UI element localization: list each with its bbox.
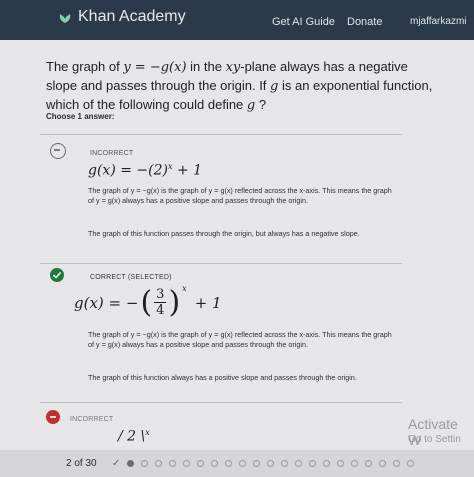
choose-label: Choose 1 answer: xyxy=(46,112,115,121)
divider xyxy=(40,134,402,135)
question-text: The graph of y = −g(x) in the xy-plane a… xyxy=(46,58,436,115)
formula-text: + 1 xyxy=(194,293,222,312)
question-counter: 2 of 30 xyxy=(66,458,97,469)
progress-dot xyxy=(337,460,345,467)
choice-explanation: The graph of this function passes throug… xyxy=(88,229,360,238)
choice-status: INCORRECT xyxy=(70,416,114,423)
progress-dot xyxy=(211,460,219,467)
choice-formula: / 2 \x xyxy=(118,428,150,445)
fraction: 3 4 xyxy=(154,287,167,318)
divider xyxy=(40,402,402,403)
formula-text: g(x) = − xyxy=(74,293,139,312)
question-text-part: ? xyxy=(255,97,267,112)
choice-formula: g(x) = − ( 3 4 ) x + 1 xyxy=(74,284,222,320)
choice-explanation: The graph of this function always has a … xyxy=(88,373,357,382)
question-text-part: The graph of xyxy=(46,59,124,74)
question-text-part: in the xyxy=(186,59,226,74)
progress-dot xyxy=(141,460,149,467)
formula-text: + 1 xyxy=(172,162,203,179)
progress-dot xyxy=(267,460,275,467)
formula-text: / 2 \ xyxy=(118,428,146,445)
progress-dot xyxy=(393,460,401,467)
progress-dot xyxy=(169,460,177,467)
top-navigation-bar: Khan Academy Get AI Guide Donate mjaffar… xyxy=(0,0,474,40)
progress-footer: 2 of 30 ✓ xyxy=(0,450,474,477)
progress-dot xyxy=(197,460,205,467)
progress-dot xyxy=(281,460,289,467)
get-ai-guide-link[interactable]: Get AI Guide xyxy=(272,16,335,28)
choice-explanation: The graph of y = −g(x) is the graph of y… xyxy=(88,330,392,349)
completed-check-icon: ✓ xyxy=(112,458,121,469)
formula-exponent: x xyxy=(145,428,150,437)
incorrect-choice-icon xyxy=(50,143,66,159)
progress-dot xyxy=(323,460,331,467)
progress-dot xyxy=(155,460,163,467)
question-math: g xyxy=(246,98,256,113)
choice-explanation: The graph of y = −g(x) is the graph of y… xyxy=(88,186,392,205)
progress-dot xyxy=(253,460,261,467)
progress-dot xyxy=(379,460,387,467)
choice-formula: g(x) = −(2)x + 1 xyxy=(88,162,202,179)
formula-exponent: x xyxy=(182,284,187,293)
fraction-numerator: 3 xyxy=(154,287,167,303)
question-math: y = −g(x) xyxy=(123,60,187,75)
user-menu[interactable]: mjaffarkazmi xyxy=(410,16,467,27)
progress-dot-current xyxy=(127,460,135,467)
correct-check-icon xyxy=(50,268,64,282)
khan-academy-logo[interactable]: Khan Academy xyxy=(58,8,186,26)
incorrect-minus-icon xyxy=(46,410,60,424)
exercise-content: The graph of y = −g(x) in the xy-plane a… xyxy=(0,40,474,477)
progress-dot xyxy=(239,460,247,467)
question-math: xy xyxy=(225,60,241,75)
formula-text: g(x) = −(2) xyxy=(88,162,168,179)
choice-status: CORRECT (SELECTED) xyxy=(90,274,172,281)
progress-dot xyxy=(309,460,317,467)
progress-dot xyxy=(407,460,415,467)
progress-dot xyxy=(225,460,233,467)
leaf-logo-icon xyxy=(59,14,71,23)
activate-windows-subtext: Go to Settin xyxy=(408,434,461,445)
divider xyxy=(40,263,402,264)
progress-dot xyxy=(365,460,373,467)
progress-dot xyxy=(183,460,191,467)
paren-right-icon: ) xyxy=(168,284,181,320)
brand-name: Khan Academy xyxy=(78,8,186,25)
choice-status: INCORRECT xyxy=(90,150,134,157)
progress-dots: ✓ xyxy=(112,458,415,469)
progress-dot xyxy=(295,460,303,467)
progress-dot xyxy=(351,460,359,467)
donate-link[interactable]: Donate xyxy=(347,16,382,28)
fraction-denominator: 4 xyxy=(156,303,165,318)
paren-left-icon: ( xyxy=(140,284,153,320)
